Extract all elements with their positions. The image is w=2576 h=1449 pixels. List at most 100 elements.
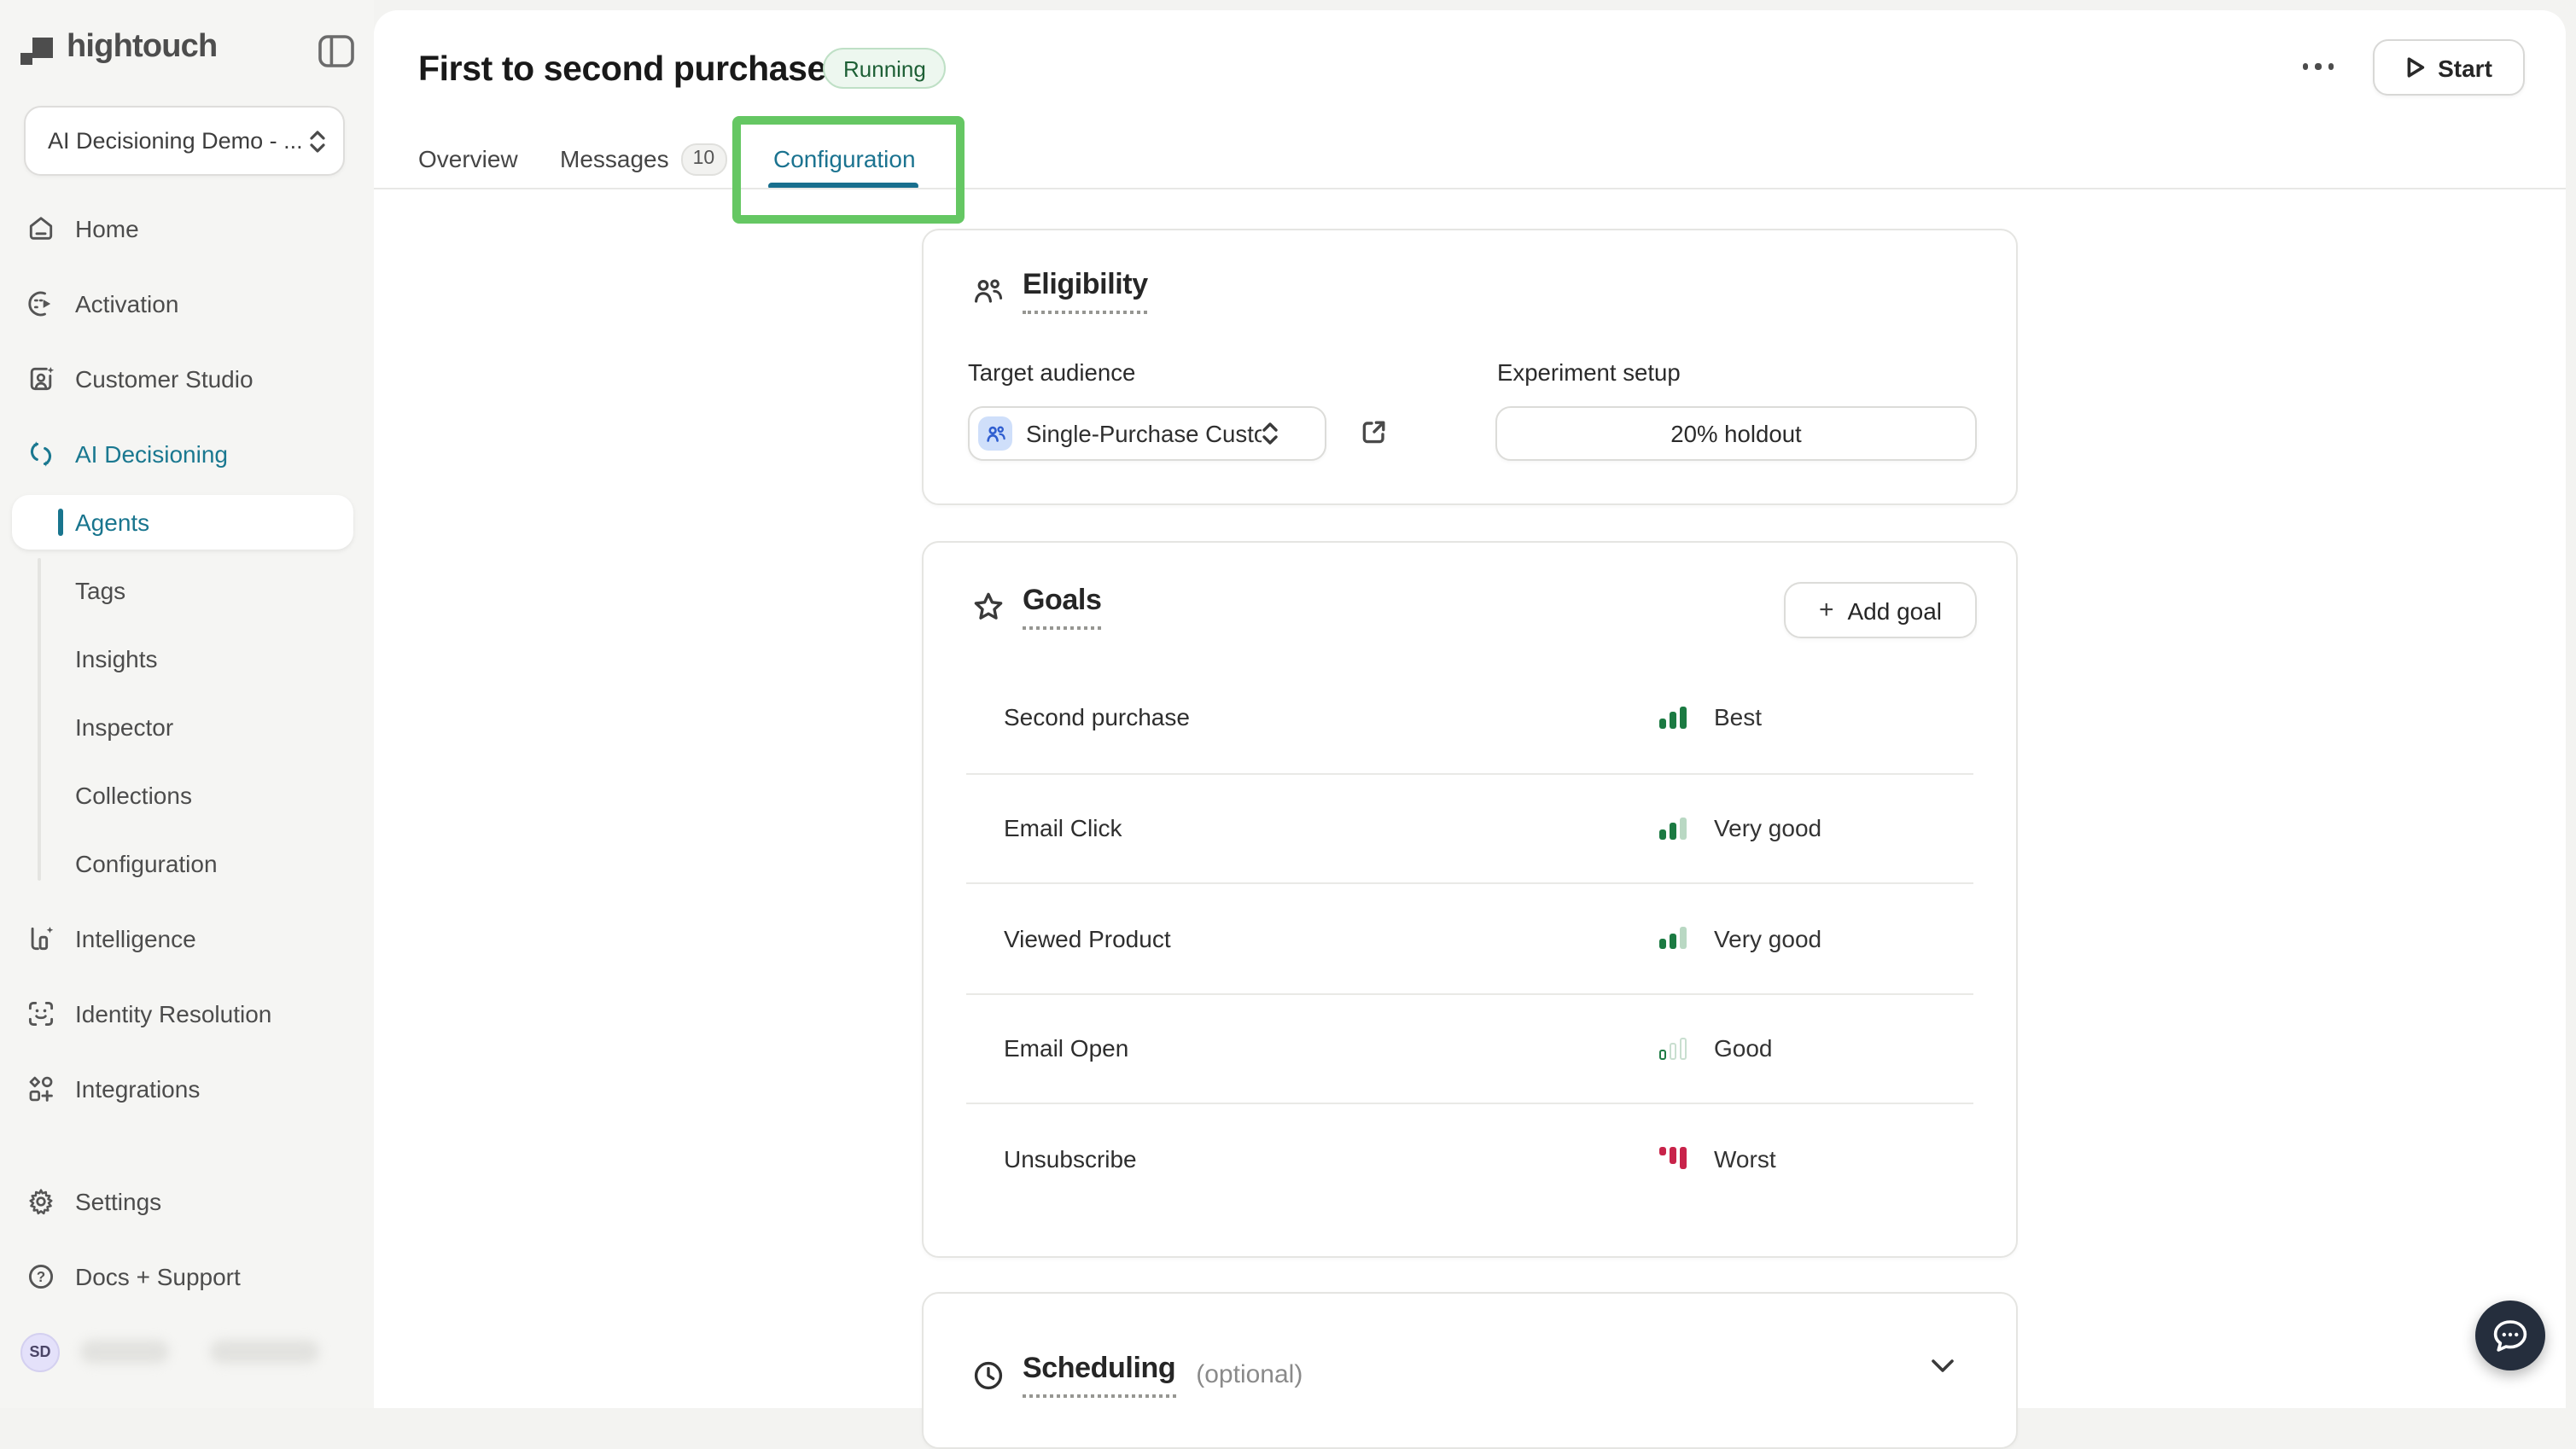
audience-people-icon: [978, 416, 1012, 451]
page-title: First to second purchase: [418, 49, 826, 90]
card-title: Goals: [1023, 584, 1102, 630]
avatar: SD: [20, 1332, 60, 1371]
sidebar-item-label: Intelligence: [75, 925, 196, 952]
workspace-selector[interactable]: AI Decisioning Demo - ...: [24, 106, 345, 176]
tabs-divider: [374, 188, 2566, 189]
sidebar-item-tags[interactable]: Tags: [0, 567, 374, 614]
goal-name: Email Open: [1004, 1034, 1128, 1062]
user-name-redacted: [80, 1340, 169, 1364]
clock-icon: [971, 1358, 1005, 1392]
scheduling-card[interactable]: Scheduling (optional): [922, 1292, 2018, 1449]
audience-value: Single-Purchase Custon: [1026, 421, 1262, 446]
sidebar-item-label: Agents: [75, 509, 149, 536]
user-email-redacted: [210, 1340, 319, 1364]
tab-messages[interactable]: Messages 10: [560, 142, 726, 176]
sidebar-item-agents[interactable]: Agents: [12, 495, 353, 550]
audience-select[interactable]: Single-Purchase Custon: [968, 406, 1326, 461]
more-menu-button[interactable]: [2298, 51, 2339, 82]
sidebar-item-ai-decisioning[interactable]: AI Decisioning: [0, 428, 374, 480]
row-divider: [966, 992, 1973, 994]
integrations-icon: [26, 1074, 56, 1104]
start-button[interactable]: Start: [2373, 39, 2525, 96]
sidebar-item-insights[interactable]: Insights: [0, 635, 374, 683]
sidebar-item-label: Collections: [75, 782, 192, 809]
logo-text: hightouch: [67, 29, 217, 67]
rating-label: Very good: [1714, 814, 1821, 841]
chevron-updown-icon: [1262, 422, 1279, 445]
tab-label: Configuration: [773, 145, 916, 172]
sidebar-item-label: Configuration: [75, 850, 218, 877]
rating-bars-icon: [1659, 706, 1688, 728]
goal-rating: Very good: [1659, 814, 1821, 841]
sidebar-item-label: Home: [75, 215, 139, 242]
rating-bars-icon: [1659, 927, 1688, 949]
goal-row: Email Click Very good: [924, 802, 2016, 853]
sidebar-item-identity-resolution[interactable]: Identity Resolution: [0, 988, 374, 1039]
add-goal-button[interactable]: + Add goal: [1784, 582, 1977, 638]
rating-label: Very good: [1714, 924, 1821, 951]
sidebar-item-inspector[interactable]: Inspector: [0, 703, 374, 751]
chat-bubble-icon: [2491, 1317, 2530, 1354]
hightouch-logo-icon: [20, 38, 55, 72]
messages-count-badge: 10: [681, 143, 727, 175]
sidebar-item-docs-support[interactable]: ? Docs + Support: [0, 1251, 374, 1302]
row-divider: [966, 772, 1973, 774]
sidebar-item-label: Activation: [75, 290, 178, 317]
sidebar-item-intelligence[interactable]: Intelligence: [0, 913, 374, 964]
experiment-value: 20% holdout: [1670, 421, 1801, 446]
sidebar-item-home[interactable]: Home: [0, 203, 374, 254]
status-badge: Running: [823, 48, 947, 89]
plus-icon: +: [1819, 596, 1834, 625]
tab-configuration[interactable]: Configuration: [773, 142, 916, 176]
active-indicator-bar: [58, 509, 63, 536]
add-goal-label: Add goal: [1847, 596, 1942, 624]
sidebar-item-customer-studio[interactable]: Customer Studio: [0, 353, 374, 404]
gear-icon: [26, 1186, 56, 1217]
ai-decisioning-icon: [26, 439, 56, 469]
goals-card: Goals + Add goal Second purchase Best Em…: [922, 541, 2018, 1258]
card-title: Eligibility: [1023, 268, 1148, 314]
rating-label: Good: [1714, 1034, 1773, 1062]
row-divider: [966, 1103, 1973, 1104]
goal-row: Second purchase Best: [924, 691, 2016, 742]
goal-rating: Good: [1659, 1034, 1773, 1062]
chat-widget-button[interactable]: [2475, 1301, 2545, 1370]
rating-label: Best: [1714, 703, 1762, 730]
card-title: Scheduling: [1023, 1352, 1175, 1398]
rating-bars-icon: [1659, 1147, 1688, 1169]
svg-text:?: ?: [37, 1269, 45, 1285]
goal-name: Email Click: [1004, 814, 1122, 841]
home-icon: [26, 213, 56, 244]
start-button-label: Start: [2438, 54, 2492, 81]
eligibility-card: Eligibility Target audience Experiment s…: [922, 229, 2018, 505]
goal-rating: Best: [1659, 703, 1762, 730]
sidebar-item-collections[interactable]: Collections: [0, 771, 374, 819]
sidebar-item-configuration[interactable]: Configuration: [0, 840, 374, 887]
goal-name: Viewed Product: [1004, 924, 1171, 951]
chevron-updown-icon: [309, 129, 326, 153]
sidebar-item-label: Identity Resolution: [75, 1000, 271, 1027]
tab-overview[interactable]: Overview: [418, 142, 518, 176]
sidebar-item-integrations[interactable]: Integrations: [0, 1063, 374, 1114]
experiment-setup-button[interactable]: 20% holdout: [1495, 406, 1977, 461]
goal-rating: Worst: [1659, 1144, 1776, 1172]
sidebar-item-label: Docs + Support: [75, 1263, 241, 1290]
open-audience-external-link-icon[interactable]: [1361, 418, 1388, 445]
goal-row: Email Open Good: [924, 1022, 2016, 1074]
chevron-down-icon[interactable]: [1931, 1359, 1955, 1374]
row-divider: [966, 882, 1973, 884]
sidebar-item-activation[interactable]: Activation: [0, 278, 374, 329]
help-circle-icon: ?: [26, 1261, 56, 1292]
user-menu[interactable]: SD: [20, 1333, 355, 1370]
sidebar-item-label: Insights: [75, 645, 158, 672]
app-window: hightouch AI Decisioning Demo - ... Home…: [0, 0, 2576, 1408]
sidebar-item-settings[interactable]: Settings: [0, 1176, 374, 1227]
tab-label: Overview: [418, 145, 518, 172]
goal-row: Unsubscribe Worst: [924, 1132, 2016, 1184]
customer-studio-icon: [26, 364, 56, 394]
sidebar-item-label: Customer Studio: [75, 365, 254, 393]
rating-bars-icon: [1659, 817, 1688, 839]
sidebar-collapse-icon[interactable]: [318, 34, 355, 68]
sidebar: hightouch AI Decisioning Demo - ... Home…: [0, 0, 374, 1408]
play-icon: [2405, 56, 2426, 79]
